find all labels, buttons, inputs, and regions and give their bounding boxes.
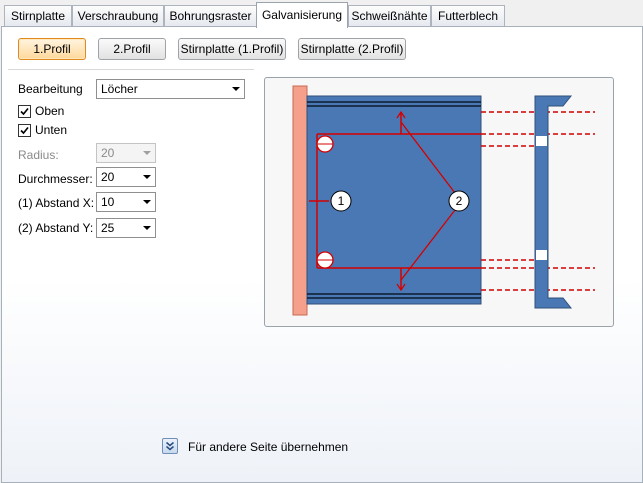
oben-label: Oben bbox=[35, 104, 65, 118]
tab-bar: Stirnplatte Verschraubung Bohrungsraster… bbox=[0, 0, 643, 28]
apply-other-side-label: Für andere Seite übernehmen bbox=[188, 440, 349, 454]
tab-galvanisierung[interactable]: Galvanisierung bbox=[256, 2, 348, 28]
abstand-x-value: 10 bbox=[101, 195, 115, 209]
hole-section-shape bbox=[536, 136, 547, 146]
radius-value: 20 bbox=[101, 146, 115, 160]
end-plate-shape bbox=[292, 85, 308, 316]
preview-panel: 1 2 bbox=[264, 77, 614, 327]
callout-1-text: 1 bbox=[338, 194, 345, 208]
hole-section-shape bbox=[536, 250, 547, 260]
radius-label: Radius: bbox=[18, 148, 59, 162]
abstand-x-select[interactable]: 10 bbox=[96, 192, 156, 212]
abstand-y-value: 25 bbox=[101, 221, 115, 235]
oben-checkbox[interactable] bbox=[18, 105, 31, 118]
unten-label: Unten bbox=[35, 123, 68, 137]
chevron-down-icon bbox=[143, 175, 151, 179]
durchmesser-select[interactable]: 20 bbox=[96, 167, 156, 187]
abstand-y-label: (2) Abstand Y: bbox=[18, 221, 94, 235]
profile-2-button[interactable]: 2.Profil bbox=[98, 38, 166, 60]
separator bbox=[8, 69, 254, 70]
tab-schweissnaehte[interactable]: Schweißnähte bbox=[348, 5, 431, 27]
chevron-down-icon bbox=[143, 200, 151, 204]
profile-1-button[interactable]: 1.Profil bbox=[18, 38, 86, 60]
tab-bohrungsraster[interactable]: Bohrungsraster bbox=[164, 5, 257, 27]
endplate-profile-1-button[interactable]: Stirnplatte (1.Profil) bbox=[178, 38, 286, 60]
bearbeitung-value: Löcher bbox=[101, 82, 138, 96]
unten-checkbox[interactable] bbox=[18, 124, 31, 137]
chevron-down-icon bbox=[143, 226, 151, 230]
chevron-down-icon bbox=[143, 151, 151, 155]
bearbeitung-select[interactable]: Löcher bbox=[96, 79, 245, 99]
tab-futterblech[interactable]: Futterblech bbox=[431, 5, 505, 27]
endplate-profile-2-button[interactable]: Stirnplatte (2.Profil) bbox=[298, 38, 406, 60]
durchmesser-value: 20 bbox=[101, 170, 115, 184]
abstand-x-label: (1) Abstand X: bbox=[18, 196, 95, 210]
tab-stirnplatte[interactable]: Stirnplatte bbox=[4, 5, 72, 27]
radius-select[interactable]: 20 bbox=[96, 143, 156, 163]
checkmark-icon bbox=[20, 107, 29, 116]
abstand-y-select[interactable]: 25 bbox=[96, 218, 156, 238]
apply-other-side-button[interactable] bbox=[162, 438, 178, 454]
durchmesser-label: Durchmesser: bbox=[18, 172, 93, 186]
galvanizing-diagram: 1 2 bbox=[292, 85, 595, 316]
callout-2-text: 2 bbox=[456, 194, 463, 208]
tab-verschraubung[interactable]: Verschraubung bbox=[72, 5, 164, 27]
checkmark-icon bbox=[20, 126, 29, 135]
bearbeitung-label: Bearbeitung bbox=[18, 82, 83, 96]
c-profile-shape bbox=[534, 95, 573, 309]
chevron-down-icon bbox=[232, 87, 240, 91]
double-chevron-down-icon bbox=[166, 441, 174, 451]
